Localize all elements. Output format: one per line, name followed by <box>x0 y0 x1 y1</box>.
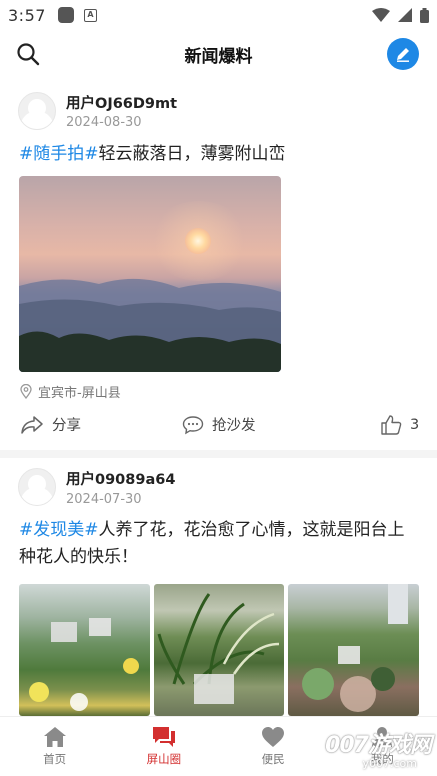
nav-label: 首页 <box>43 752 67 766</box>
post-image[interactable] <box>288 584 420 716</box>
watermark-url: y007.com <box>362 757 418 770</box>
post-date: 2024-08-30 <box>66 115 142 130</box>
avatar[interactable] <box>18 468 56 506</box>
avatar[interactable] <box>18 92 56 130</box>
post-location: 宜宾市-屏山县 <box>20 382 121 401</box>
signal-icon <box>398 8 412 22</box>
comment-button[interactable]: 抢沙发 <box>182 414 256 435</box>
status-time: 3:57 <box>8 5 46 25</box>
nav-label: 屏山圈 <box>146 752 182 766</box>
wifi-icon <box>372 8 390 22</box>
pencil-icon <box>397 48 409 62</box>
post-divider <box>0 450 437 458</box>
like-count: 3 <box>410 417 420 433</box>
comment-label: 抢沙发 <box>212 418 256 434</box>
post-image[interactable] <box>153 584 285 716</box>
share-label: 分享 <box>52 418 81 434</box>
nav-label: 便民 <box>261 752 285 766</box>
nav-home[interactable]: 首页 <box>0 717 109 776</box>
heart-icon <box>262 727 285 747</box>
app-notification-icon: A <box>83 8 97 22</box>
comment-icon <box>182 415 204 434</box>
post-image[interactable] <box>19 176 281 372</box>
like-button[interactable]: 3 <box>380 414 419 436</box>
app-header: 新闻爆料 <box>0 30 437 78</box>
nav-services[interactable]: 便民 <box>219 717 328 776</box>
compose-button[interactable] <box>387 38 419 70</box>
location-pin-icon <box>20 384 32 399</box>
thumbs-up-icon <box>381 415 402 435</box>
share-icon <box>21 415 43 434</box>
post-topic-tag[interactable]: #随手拍# <box>19 144 99 164</box>
post-text: 轻云蔽落日，薄雾附山峦 <box>98 144 286 164</box>
post-username[interactable]: 用户OJ66D9mt <box>66 92 177 113</box>
post-actions: 分享 抢沙发 3 <box>0 412 437 442</box>
post-date: 2024-07-30 <box>66 492 142 507</box>
chat-bubbles-icon <box>152 727 175 747</box>
status-bar: 3:57 A <box>0 0 437 30</box>
search-icon[interactable] <box>16 42 40 66</box>
watermark: 007游戏网 <box>325 733 432 758</box>
post-image-grid <box>19 584 420 716</box>
location-text: 宜宾市-屏山县 <box>38 386 121 401</box>
notification-icon <box>57 7 74 23</box>
post-content[interactable]: #发现美#人养了花，花治愈了心情，这就是阳台上种花人的快乐！ <box>19 517 419 571</box>
page-title: 新闻爆料 <box>184 46 253 67</box>
post-username[interactable]: 用户09089a64 <box>66 468 175 489</box>
battery-icon <box>420 7 429 23</box>
post-image[interactable] <box>19 584 150 716</box>
home-icon <box>43 727 66 747</box>
post-content[interactable]: #随手拍#轻云蔽落日，薄雾附山峦 <box>19 141 419 168</box>
nav-pingshan-circle[interactable]: 屏山圈 <box>109 717 218 776</box>
share-button[interactable]: 分享 <box>20 414 81 435</box>
post-topic-tag[interactable]: #发现美# <box>19 520 99 540</box>
